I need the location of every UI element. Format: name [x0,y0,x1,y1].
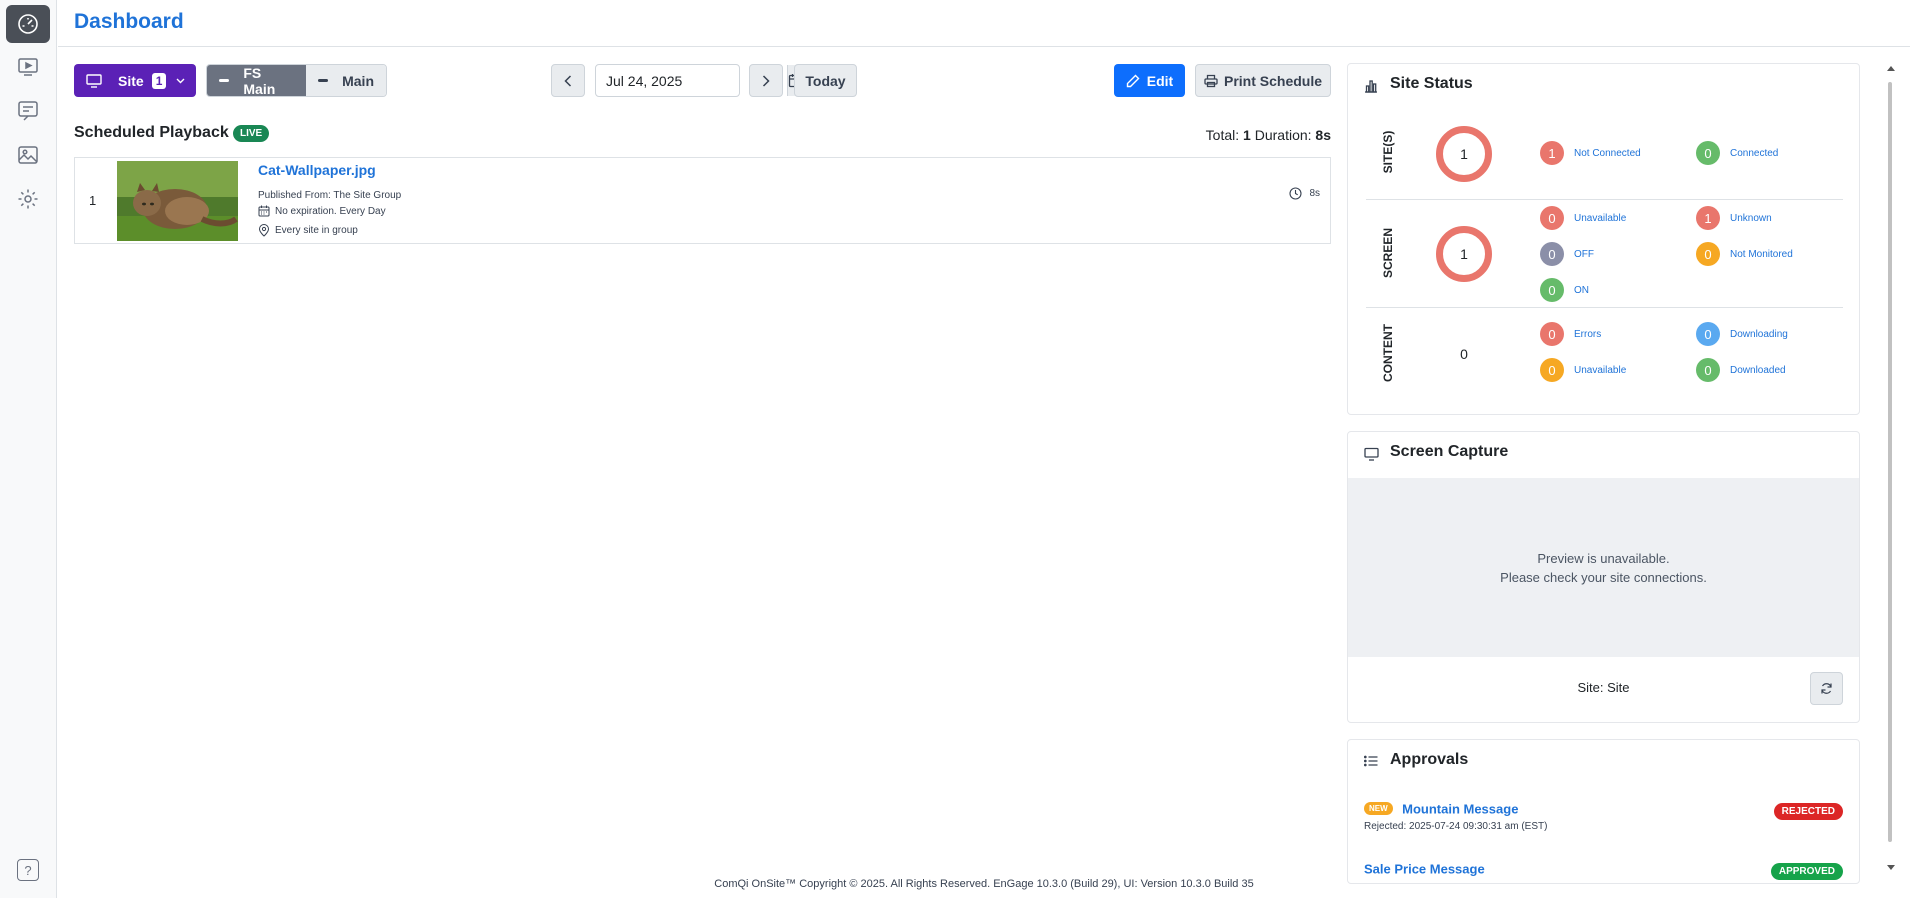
stat-not-connected[interactable]: 1 Not Connected [1540,141,1641,165]
stat-screen-unavailable[interactable]: 0 Unavailable [1540,206,1626,230]
location-info: Every site in group [258,224,358,237]
scroll-up-arrow-icon[interactable] [1887,66,1895,71]
content-label: CONTENT [1381,324,1395,382]
screen-total-ring: 1 [1436,226,1492,282]
clock-icon [1289,187,1302,200]
playlist-row[interactable]: 1 Cat-Wallpaper.jpg Published From: The … [74,157,1331,244]
content-thumbnail [117,161,238,241]
list-icon [1364,755,1378,767]
scroll-down-arrow-icon[interactable] [1887,865,1895,870]
chevron-down-icon [176,78,185,83]
stat-screen-off[interactable]: 0 OFF [1540,242,1594,266]
approval-item[interactable]: Sale Price Message APPROVED [1364,860,1843,880]
stat-content-downloaded[interactable]: 0 Downloaded [1696,358,1786,382]
site-selector-button[interactable]: Site 1 [74,64,196,97]
monitor-icon [1364,447,1379,461]
edit-button[interactable]: Edit [1114,64,1185,97]
screen-capture-title: Screen Capture [1390,443,1509,460]
site-status-card: Site Status SITE(S) 1 1 Not Connected 0 … [1347,63,1860,415]
dash-icon [318,79,329,82]
capture-site-label: Site: Site [1577,680,1630,695]
help-icon: ? [17,859,39,881]
sites-total-ring: 1 [1436,126,1492,182]
date-picker [595,64,803,97]
playback-totals: Total: 1 Duration: 8s [1205,127,1331,143]
new-badge: NEW [1364,802,1393,816]
screen-status-row: SCREEN 1 0 Unavailable 1 Unknown 0 OFF 0… [1366,199,1843,307]
stat-screen-on[interactable]: 0 ON [1540,278,1589,302]
chevron-left-icon [564,74,572,87]
published-from: Published From: The Site Group [258,190,402,201]
monitor-icon [86,73,102,88]
sidebar-item-messages[interactable] [6,92,50,130]
next-day-button[interactable] [749,64,783,97]
approval-name-link[interactable]: Mountain Message [1402,801,1518,816]
media-icon [18,146,38,164]
page-title: Dashboard [74,10,184,33]
map-pin-icon [258,224,270,237]
messages-icon [18,101,38,121]
sidebar-item-dashboard[interactable] [6,5,50,43]
sites-label: SITE(S) [1381,130,1395,174]
chevron-right-icon [762,74,770,87]
dashboard-icon [18,14,38,34]
printer-icon [1204,74,1218,87]
content-duration: 8s [1289,187,1320,200]
prev-day-button[interactable] [551,64,585,97]
stat-content-unavailable[interactable]: 0 Unavailable [1540,358,1626,382]
content-total: 0 [1460,346,1468,362]
schedule-info: No expiration. Every Day [258,205,386,217]
screen-label: SCREEN [1381,228,1395,279]
approvals-title: Approvals [1390,751,1469,768]
site-count-badge: 1 [151,72,167,89]
settings-icon [18,189,38,209]
scrollbar-thumb[interactable] [1888,82,1892,842]
top-bar: Dashboard [58,0,1910,47]
calendar-icon [258,205,270,217]
help-button[interactable]: ? [6,851,50,889]
group-toggle: FS Main Main [206,64,387,97]
approval-subtext: Rejected: 2025-07-24 09:30:31 am (EST) [1364,821,1548,832]
sidebar-item-media[interactable] [6,136,50,174]
sites-status-row: SITE(S) 1 1 Not Connected 0 Connected [1366,109,1843,199]
site-status-title: Site Status [1390,75,1473,92]
refresh-icon [1821,683,1832,694]
approval-item[interactable]: NEW Mountain Message Rejected: 2025-07-2… [1364,800,1843,832]
stat-screen-not-monitored[interactable]: 0 Not Monitored [1696,242,1793,266]
today-button[interactable]: Today [794,64,857,97]
playlist-index: 1 [89,193,97,208]
content-name-link[interactable]: Cat-Wallpaper.jpg [258,162,376,178]
site-selector-label: Site [118,72,144,89]
content-status-row: CONTENT 0 0 Errors 0 Downloading 0 Unava… [1366,307,1843,397]
stat-content-downloading[interactable]: 0 Downloading [1696,322,1788,346]
sidebar: ? [0,0,57,898]
pencil-icon [1126,74,1140,87]
screen-preview: Preview is unavailable. Please check you… [1348,478,1859,657]
screen-capture-card: Screen Capture Preview is unavailable. P… [1347,431,1860,723]
sidebar-item-playback[interactable] [6,48,50,86]
dash-icon [219,79,230,82]
group-main[interactable]: Main [306,65,386,96]
playback-icon [18,58,38,76]
status-badge: REJECTED [1773,803,1843,820]
footer-copyright: ComQi OnSite™ Copyright © 2025. All Righ… [714,878,1254,890]
live-badge: LIVE [233,125,270,142]
page-scrollbar[interactable] [1886,58,1896,878]
approvals-card: Approvals NEW Mountain Message Rejected:… [1347,739,1860,884]
print-schedule-button[interactable]: Print Schedule [1195,64,1331,97]
scheduled-playback-title: Scheduled Playback [74,124,229,141]
stat-connected[interactable]: 0 Connected [1696,141,1778,165]
approval-name-link[interactable]: Sale Price Message [1364,861,1485,876]
refresh-capture-button[interactable] [1810,672,1843,705]
group-fs-main[interactable]: FS Main [207,65,306,96]
stat-content-errors[interactable]: 0 Errors [1540,322,1601,346]
sidebar-item-settings[interactable] [6,180,50,218]
stat-screen-unknown[interactable]: 1 Unknown [1696,206,1772,230]
bar-chart-icon [1365,80,1377,93]
